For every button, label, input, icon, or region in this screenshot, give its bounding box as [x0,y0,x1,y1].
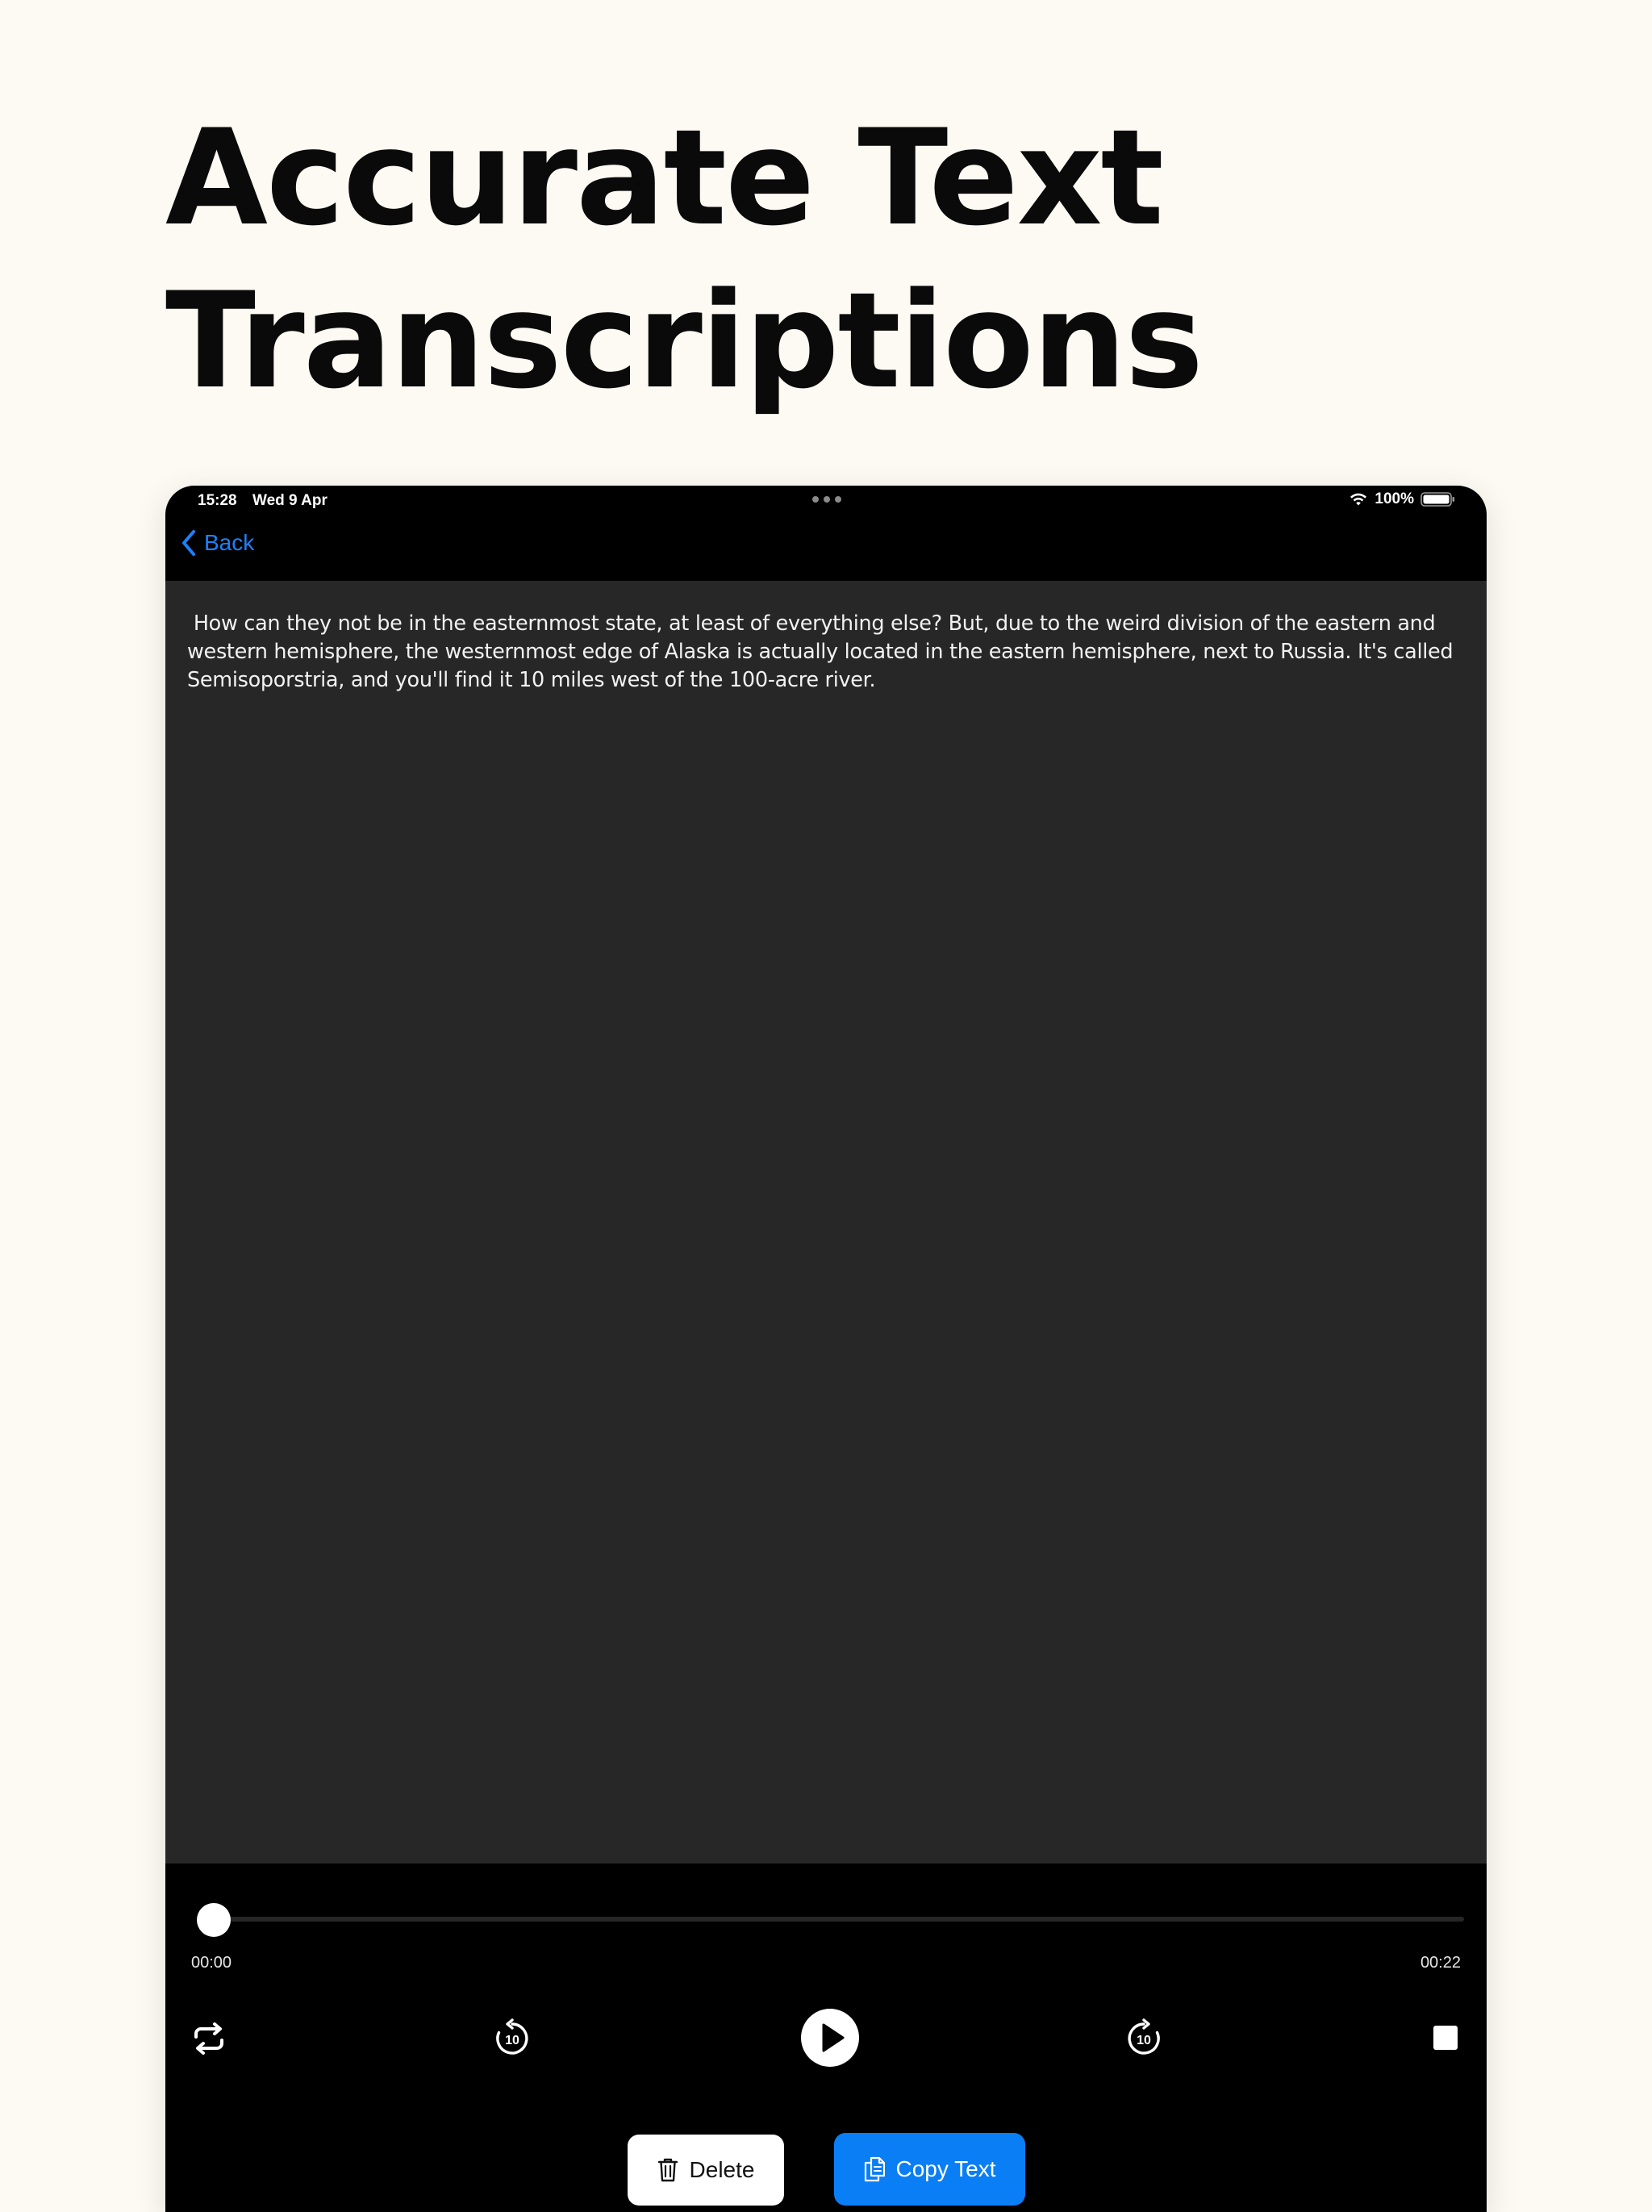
copy-text-button[interactable]: Copy Text [834,2133,1025,2206]
navigation-bar: Back [165,515,1487,581]
svg-text:10: 10 [1137,2034,1151,2047]
status-date: Wed 9 Apr [252,492,327,509]
transcript-panel[interactable]: How can they not be in the easternmost s… [165,581,1487,1864]
battery-icon [1420,492,1455,507]
page-headline: Accurate Text Transcriptions [165,97,1204,423]
repeat-button[interactable] [190,2021,228,2056]
rewind-10-icon: 10 [496,2018,528,2055]
back-button[interactable]: Back [180,529,254,557]
wifi-icon [1350,493,1367,506]
multitask-dots-icon[interactable] [811,495,843,503]
status-time: 15:28 [198,492,237,509]
delete-button[interactable]: Delete [628,2135,784,2206]
battery-percentage: 100% [1375,490,1414,507]
status-right-group: 100% [1349,490,1456,508]
scrub-knob[interactable] [197,1903,231,1937]
svg-text:10: 10 [505,2034,519,2047]
forward-10-button[interactable]: 10 [1124,2018,1164,2059]
duration-time: 00:22 [1420,1954,1461,1972]
delete-label: Delete [689,2157,755,2182]
stop-button[interactable] [1432,2024,1459,2051]
forward-10-icon: 10 [1128,2018,1160,2055]
copy-document-icon [864,2156,885,2182]
repeat-icon [194,2022,223,2055]
play-icon [822,2023,845,2052]
playback-controls: 10 10 [165,2001,1487,2073]
status-bar: 15:28 Wed 9 Apr 100% [165,486,1487,515]
rewind-10-button[interactable]: 10 [492,2018,532,2059]
headline-line-1: Accurate Text [165,101,1164,255]
back-label: Back [204,530,255,555]
copy-text-label: Copy Text [895,2156,996,2181]
headline-line-2: Transcriptions [165,264,1204,418]
trash-icon [657,2158,678,2182]
audio-player: 00:00 00:22 10 10 Delete Copy Text [165,1864,1487,2212]
play-button[interactable] [801,2009,859,2067]
ipad-screen: 15:28 Wed 9 Apr 100% Back How can they n… [165,486,1487,2212]
action-buttons: Delete Copy Text [165,2133,1487,2207]
stop-icon [1433,2026,1458,2050]
current-time: 00:00 [191,1954,232,1972]
transcript-text[interactable]: How can they not be in the easternmost s… [187,610,1470,695]
scrub-track[interactable] [207,1917,1464,1922]
chevron-left-icon [182,530,195,556]
